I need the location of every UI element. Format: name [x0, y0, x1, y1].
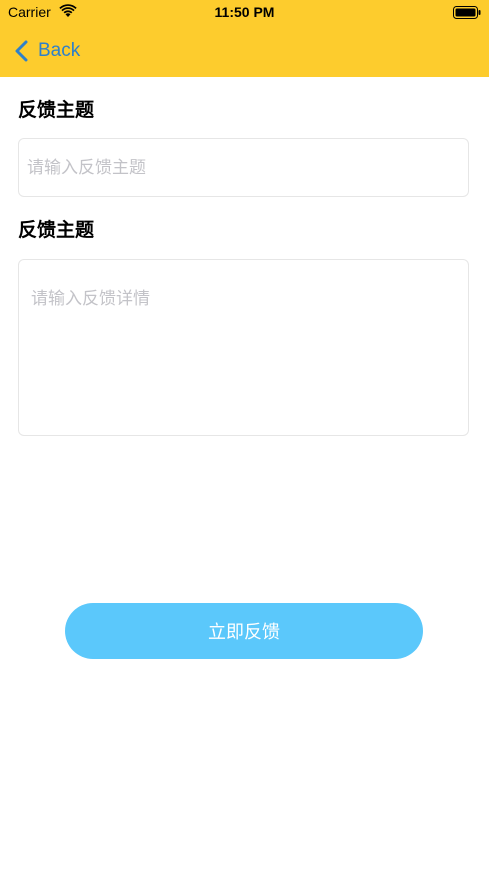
submit-feedback-button[interactable]: 立即反馈 — [65, 603, 423, 659]
subject-field[interactable] — [18, 138, 469, 197]
detail-label: 反馈主题 — [18, 219, 95, 241]
subject-input[interactable] — [19, 139, 468, 196]
nav-bar: Carrier 11:50 PM Back — [0, 0, 489, 77]
chevron-left-icon — [15, 40, 28, 62]
detail-textarea[interactable] — [19, 260, 468, 435]
battery-icon — [453, 6, 481, 19]
detail-field[interactable] — [18, 259, 469, 436]
subject-label: 反馈主题 — [18, 99, 95, 121]
back-label: Back — [38, 40, 81, 61]
status-time: 11:50 PM — [214, 4, 275, 20]
status-bar: Carrier 11:50 PM — [0, 0, 489, 26]
back-button[interactable]: Back — [14, 37, 80, 65]
